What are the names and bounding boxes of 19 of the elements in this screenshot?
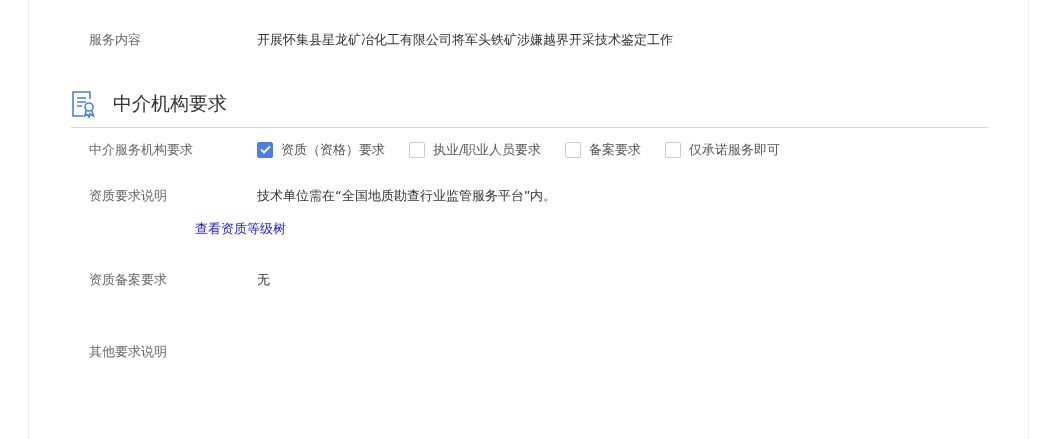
certificate-icon — [71, 89, 97, 118]
link[interactable]: 查看资质等级树 — [195, 221, 286, 236]
checkbox[interactable] — [565, 141, 582, 158]
field-label: 服务内容 — [89, 31, 142, 49]
field-label: 其他要求说明 — [89, 343, 168, 361]
checkbox-label: 备案要求 — [589, 141, 642, 159]
field-label: 资质要求说明 — [89, 187, 168, 205]
field-value: 技术单位需在“全国地质勘查行业监管服务平台”内。 — [257, 187, 557, 205]
checkbox-label: 仅承诺服务即可 — [689, 141, 781, 159]
section-title: 中介机构要求 — [113, 91, 227, 117]
field-label: 中介服务机构要求 — [89, 141, 194, 159]
field-label: 资质备案要求 — [89, 271, 168, 289]
checkbox[interactable] — [665, 141, 682, 158]
checkbox-label: 执业/职业人员要求 — [433, 141, 542, 159]
field-value: 开展怀集县星龙矿冶化工有限公司将军头铁矿涉嫌越界开采技术鉴定工作 — [257, 31, 673, 49]
checkbox-label: 资质（资格）要求 — [281, 141, 385, 159]
checkbox[interactable] — [409, 141, 425, 158]
checkbox[interactable] — [257, 141, 273, 158]
field-value: 无 — [257, 271, 270, 289]
